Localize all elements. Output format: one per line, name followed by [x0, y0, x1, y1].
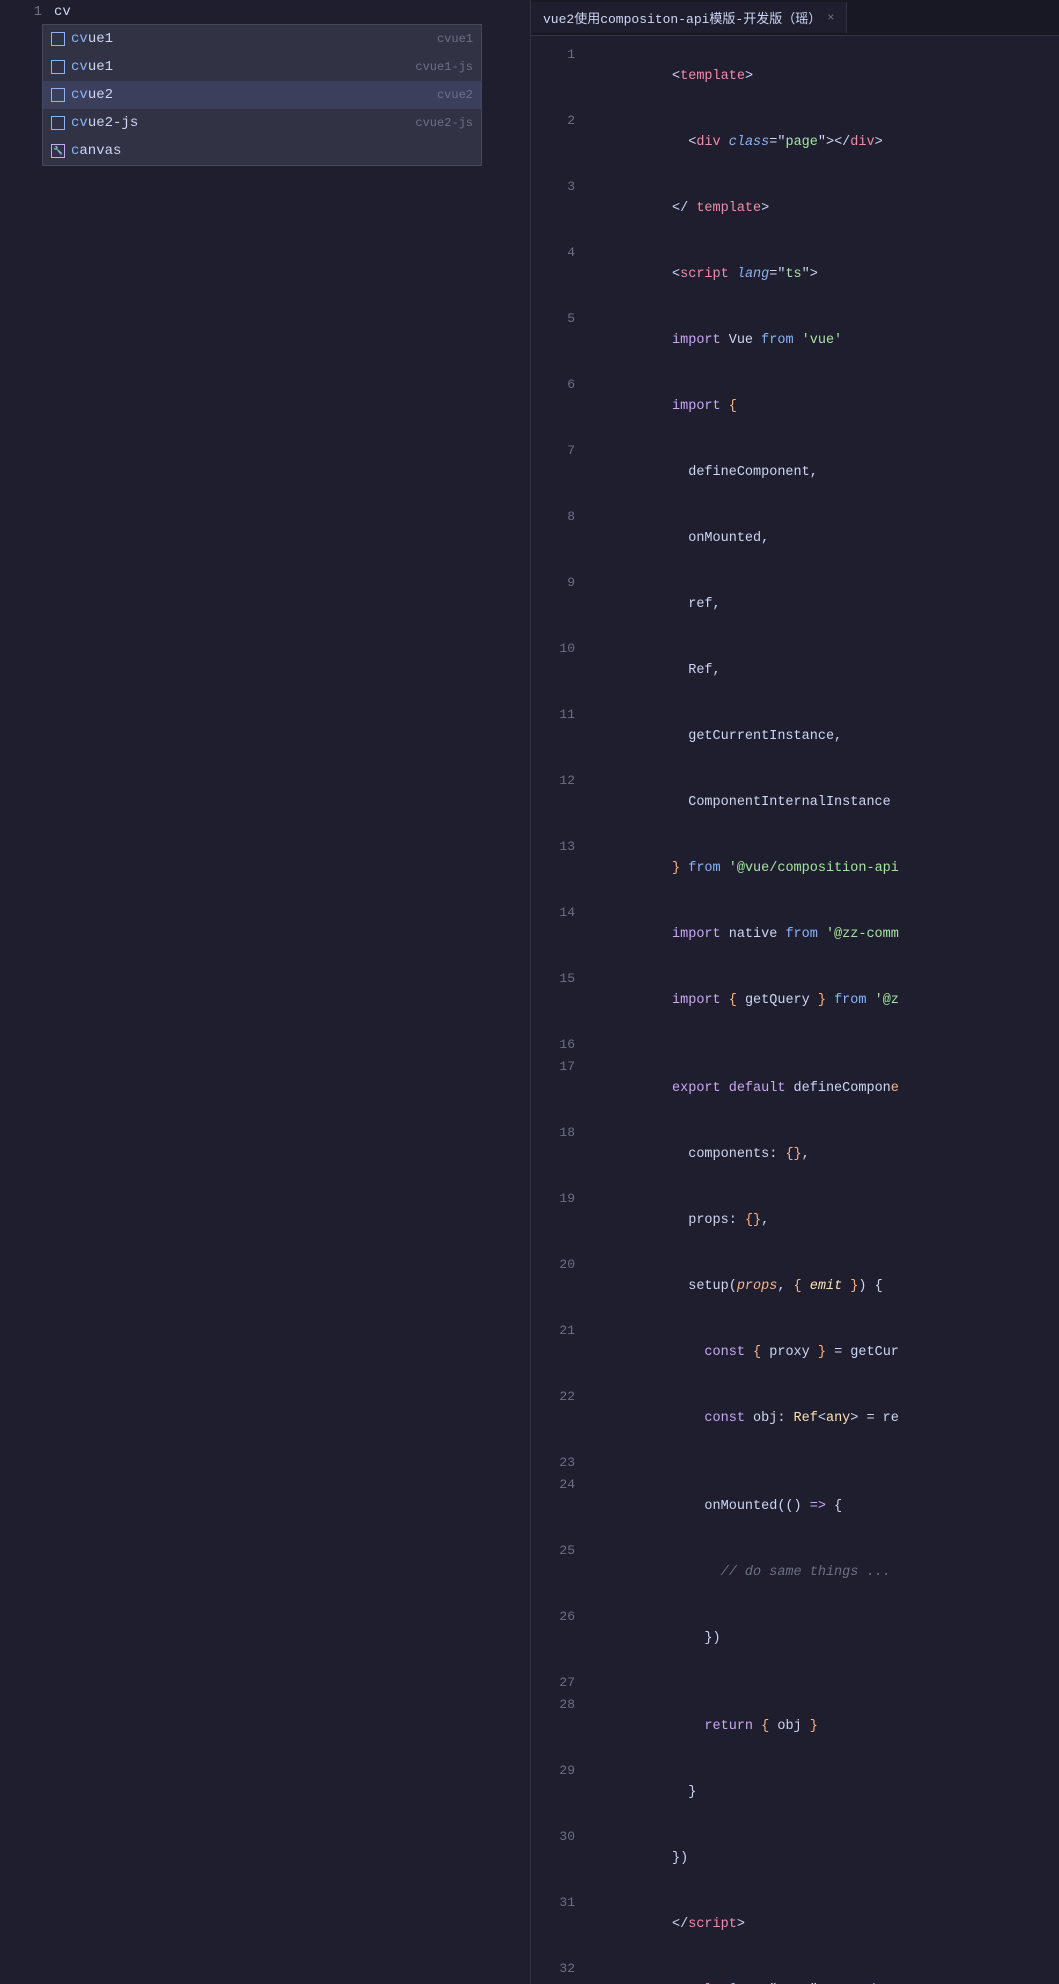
autocomplete-item-cvue1[interactable]: cvue1 cvue1: [43, 25, 481, 53]
code-line-7: 7 defineComponent,: [531, 440, 1059, 506]
label-rest3: ue2: [88, 87, 113, 103]
code-line-16: 16: [531, 1034, 1059, 1056]
label-ue-part: ue1: [88, 31, 113, 47]
label-cv-part3: cv: [71, 87, 88, 103]
label-cv-part: cv: [71, 31, 88, 47]
label-anvas-part: anvas: [79, 143, 121, 159]
item-label-cvue2-js: cvue2-js: [71, 115, 138, 131]
code-line-1: 1 <template>: [531, 44, 1059, 110]
code-line-17: 17 export default defineCompone: [531, 1056, 1059, 1122]
file-icon-cvue2: [51, 88, 65, 102]
item-label-cvue1-js: cvue1: [71, 59, 113, 75]
code-line-28: 28 return { obj }: [531, 1694, 1059, 1760]
code-line-19: 19 props: {},: [531, 1188, 1059, 1254]
code-line-23: 23: [531, 1452, 1059, 1474]
item-detail-cvue1: cvue1: [437, 32, 473, 46]
code-line-5: 5 import Vue from 'vue': [531, 308, 1059, 374]
code-line-10: 10 Ref,: [531, 638, 1059, 704]
editor-container: 1 cv cvue1 cvue1 cvue1: [0, 0, 1059, 1984]
code-line-4: 4 <script lang="ts">: [531, 242, 1059, 308]
autocomplete-item-cvue2[interactable]: cvue2 cvue2: [43, 81, 481, 109]
item-label-cvue2: cvue2: [71, 87, 113, 103]
code-line-14: 14 import native from '@zz-comm: [531, 902, 1059, 968]
label-cv-part2: cv: [71, 59, 88, 75]
code-line-9: 9 ref,: [531, 572, 1059, 638]
editor-tab[interactable]: vue2使用compositon-api模版-开发版（瑶） ×: [531, 2, 847, 33]
label-rest2: ue1: [88, 59, 113, 75]
tab-title: vue2使用compositon-api模版-开发版（瑶）: [543, 8, 821, 27]
file-icon-cvue2-js: [51, 116, 65, 130]
code-line-18: 18 components: {},: [531, 1122, 1059, 1188]
code-line-11: 11 getCurrentInstance,: [531, 704, 1059, 770]
code-line-27: 27: [531, 1672, 1059, 1694]
tab-bar: vue2使用compositon-api模版-开发版（瑶） ×: [531, 0, 1059, 36]
label-cv-part4: cv: [71, 115, 88, 131]
item-detail-cvue2-js: cvue2-js: [415, 116, 473, 130]
code-line-25: 25 // do same things ...: [531, 1540, 1059, 1606]
label-rest4: ue2-js: [88, 115, 138, 131]
file-icon-cvue1-js: [51, 60, 65, 74]
code-line-29: 29 }: [531, 1760, 1059, 1826]
left-panel: 1 cv cvue1 cvue1 cvue1: [0, 0, 530, 1984]
autocomplete-item-cvue1-js[interactable]: cvue1 cvue1-js: [43, 53, 481, 81]
code-line-20: 20 setup(props, { emit }) {: [531, 1254, 1059, 1320]
item-detail-cvue2: cvue2: [437, 88, 473, 102]
code-line-2: 2 <div class="page"></div>: [531, 110, 1059, 176]
code-line-22: 22 const obj: Ref<any> = re: [531, 1386, 1059, 1452]
code-line-12: 12 ComponentInternalInstance: [531, 770, 1059, 836]
line-number: 1: [12, 4, 42, 20]
item-label-cvue1: cvue1: [71, 31, 113, 47]
code-line-21: 21 const { proxy } = getCur: [531, 1320, 1059, 1386]
code-line-13: 13 } from '@vue/composition-api: [531, 836, 1059, 902]
tab-close-button[interactable]: ×: [827, 11, 834, 25]
snippet-icon-canvas: 🔧: [51, 144, 65, 158]
code-line-30: 30 }): [531, 1826, 1059, 1892]
item-detail-cvue1-js: cvue1-js: [415, 60, 473, 74]
code-line-26: 26 }): [531, 1606, 1059, 1672]
item-label-canvas: canvas: [71, 143, 121, 159]
autocomplete-dropdown: cvue1 cvue1 cvue1 cvue1-js: [42, 24, 482, 166]
file-icon-cvue1: [51, 32, 65, 46]
autocomplete-item-cvue2-js[interactable]: cvue2-js cvue2-js: [43, 109, 481, 137]
input-line-row: 1 cv: [0, 0, 530, 24]
code-line-24: 24 onMounted(() => {: [531, 1474, 1059, 1540]
code-area[interactable]: 1 <template> 2 <div class="page"></div> …: [531, 36, 1059, 1984]
right-panel: vue2使用compositon-api模版-开发版（瑶） × 1 <templ…: [530, 0, 1059, 1984]
typed-input[interactable]: cv: [54, 4, 71, 20]
code-line-6: 6 import {: [531, 374, 1059, 440]
code-line-32: 32 <style lang="scss" scoped><: [531, 1958, 1059, 1984]
code-line-15: 15 import { getQuery } from '@z: [531, 968, 1059, 1034]
code-line-3: 3 </ template>: [531, 176, 1059, 242]
code-line-31: 31 </script>: [531, 1892, 1059, 1958]
code-line-8: 8 onMounted,: [531, 506, 1059, 572]
autocomplete-item-canvas[interactable]: 🔧 canvas: [43, 137, 481, 165]
